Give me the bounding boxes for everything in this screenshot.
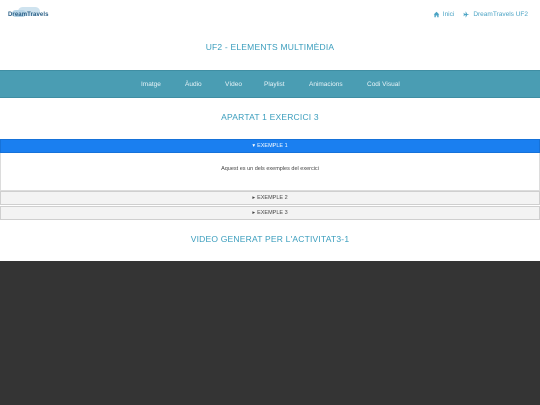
top-nav: Inici DreamTravels UF2 [433, 11, 528, 18]
top-header: DreamTravels Inici DreamTravels UF2 [0, 0, 540, 34]
video-player[interactable] [0, 261, 540, 405]
section-title-apartat: APARTAT 1 EXERCICI 3 [221, 112, 319, 122]
menu-item-playlist[interactable]: Playlist [264, 81, 285, 88]
logo[interactable]: DreamTravels [8, 7, 48, 21]
accordion-header-exemple-2[interactable]: ▸ EXEMPLE 2 [0, 191, 540, 205]
logo-text: DreamTravels [8, 12, 49, 18]
plane-icon [463, 11, 470, 18]
menu-item-animacions[interactable]: Animacions [309, 81, 343, 88]
section-title-video: VIDEO GENERAT PER L'ACTIVITAT3-1 [190, 234, 350, 244]
accordion-label: EXEMPLE 2 [257, 195, 288, 201]
menu-item-imatge[interactable]: Imatge [141, 81, 161, 88]
menu-item-video[interactable]: Vídeo [225, 81, 242, 88]
caret-down-icon: ▾ [252, 143, 256, 149]
nav-label-dreamtravels-uf2: DreamTravels UF2 [473, 11, 528, 18]
nav-link-dreamtravels-uf2[interactable]: DreamTravels UF2 [463, 11, 528, 18]
nav-label-inici: Inici [442, 11, 455, 18]
menu-item-codi-visual[interactable]: Codi Visual [367, 81, 400, 88]
page-title: UF2 - ELEMENTS MULTIMÈDIA [205, 42, 335, 52]
accordion-header-exemple-1[interactable]: ▾ EXEMPLE 1 [0, 139, 540, 153]
main-menu-bar: Imatge Àudio Vídeo Playlist Animacions C… [0, 70, 540, 98]
home-icon [433, 11, 440, 18]
accordion-label: EXEMPLE 3 [257, 210, 288, 216]
accordion-header-exemple-3[interactable]: ▸ EXEMPLE 3 [0, 206, 540, 220]
accordion-label: EXEMPLE 1 [257, 143, 288, 149]
caret-right-icon: ▸ [252, 210, 256, 216]
menu-item-audio[interactable]: Àudio [185, 81, 202, 88]
accordion-body-exemple-1: Aquest es un dels exemples del exercici [0, 153, 540, 191]
nav-link-inici[interactable]: Inici [433, 11, 455, 18]
caret-right-icon: ▸ [252, 195, 256, 201]
